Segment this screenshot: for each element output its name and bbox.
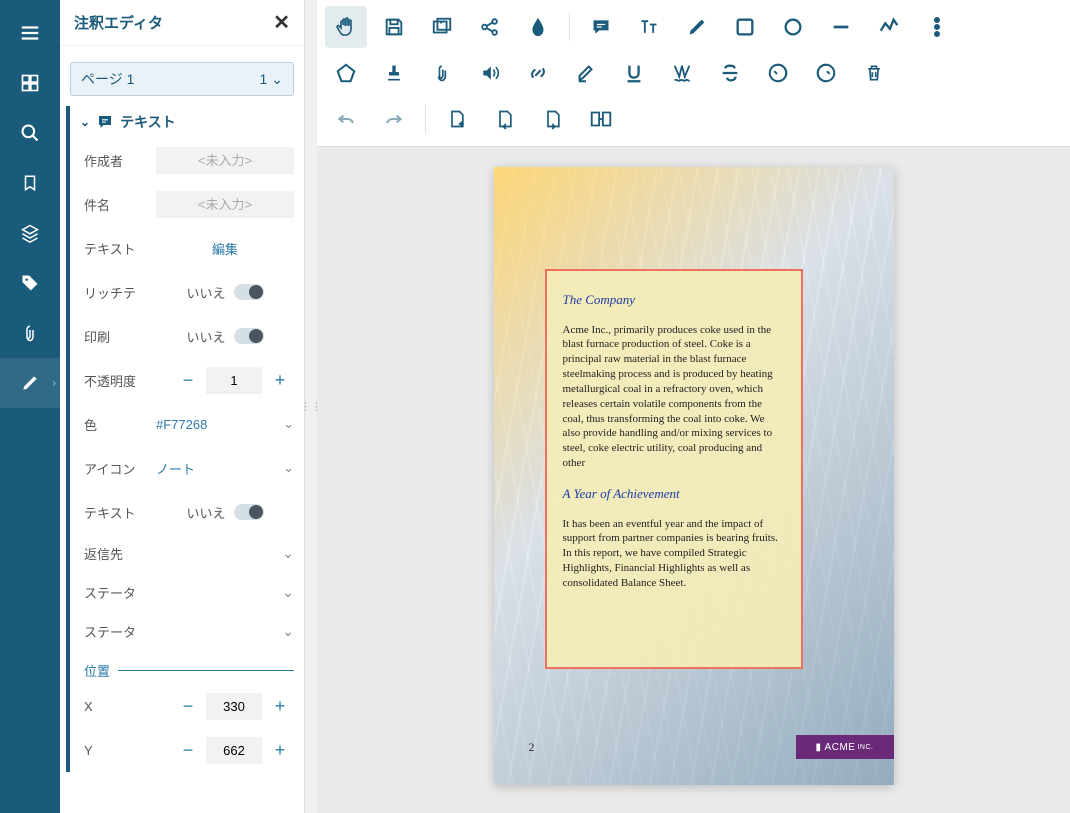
polyline-button[interactable] [868, 6, 910, 48]
acme-logo: ▮ACMEINC. [796, 735, 894, 759]
pen-button[interactable] [676, 6, 718, 48]
redact-button[interactable] [757, 52, 799, 94]
opacity-input[interactable] [206, 367, 262, 394]
reply-dropdown[interactable]: 返信先⌄ [66, 534, 304, 573]
rectangle-button[interactable] [724, 6, 766, 48]
richtext-label: リッチテ [84, 283, 156, 302]
x-plus[interactable]: + [266, 692, 294, 720]
edit-icon[interactable]: › [0, 358, 60, 408]
text-label: テキスト [84, 239, 156, 258]
document-viewer[interactable]: The Company Acme Inc., primarily produce… [317, 147, 1070, 813]
sound-button[interactable] [469, 52, 511, 94]
annotation-header[interactable]: ⌄ テキスト [66, 106, 304, 138]
menu-icon[interactable] [0, 8, 60, 58]
x-minus[interactable]: − [174, 692, 202, 720]
chevron-down-icon: ⌄ [282, 584, 294, 601]
y-minus[interactable]: − [174, 736, 202, 764]
icon-label: アイコン [84, 459, 156, 478]
text-button[interactable] [628, 6, 670, 48]
comment-button[interactable] [580, 6, 622, 48]
undo-button[interactable] [325, 98, 367, 140]
polygon-button[interactable] [325, 52, 367, 94]
chevron-down-icon[interactable]: ⌄ [283, 460, 294, 476]
thumbnails-icon[interactable] [0, 58, 60, 108]
opacity-minus[interactable]: − [174, 366, 202, 394]
tag-icon[interactable] [0, 258, 60, 308]
subject-input[interactable] [156, 191, 294, 218]
x-input[interactable] [206, 693, 262, 720]
status2-dropdown[interactable]: ステータ⌄ [66, 612, 304, 651]
richtext-toggle[interactable] [234, 284, 264, 300]
page-add-button[interactable] [436, 98, 478, 140]
textdir-toggle[interactable] [234, 504, 264, 520]
author-label: 作成者 [84, 151, 156, 170]
clip-button[interactable] [421, 52, 463, 94]
page-copy-button[interactable] [580, 98, 622, 140]
attachment-icon[interactable] [0, 308, 60, 358]
opacity-plus[interactable]: + [266, 366, 294, 394]
doc-heading2: A Year of Achievement [563, 485, 785, 503]
x-label: X [84, 699, 156, 714]
y-label: Y [84, 743, 156, 758]
comment-icon [96, 113, 114, 131]
underline-button[interactable] [613, 52, 655, 94]
text-edit-link[interactable]: 編集 [212, 239, 238, 258]
nav-rail: › [0, 0, 60, 813]
icon-value[interactable]: ノート [156, 459, 195, 478]
redo-button[interactable] [373, 98, 415, 140]
subject-label: 件名 [84, 195, 156, 214]
toolbar [317, 0, 1070, 147]
more-icon[interactable] [916, 6, 958, 48]
position-section: 位置 [66, 651, 304, 684]
layers-icon[interactable] [0, 208, 60, 258]
share-button[interactable] [469, 6, 511, 48]
chevron-down-icon: ⌄ [282, 623, 294, 640]
chevron-down-icon: ⌄ [271, 71, 283, 88]
color-value[interactable]: #F77268 [156, 417, 207, 432]
y-plus[interactable]: + [266, 736, 294, 764]
textdir-label: テキスト [84, 503, 156, 522]
panel-title: 注釈エディタ [74, 12, 163, 33]
opacity-label: 不透明度 [84, 371, 156, 390]
y-input[interactable] [206, 737, 262, 764]
text-annotation[interactable]: The Company Acme Inc., primarily produce… [545, 269, 803, 669]
search-icon[interactable] [0, 108, 60, 158]
page-prev-button[interactable] [484, 98, 526, 140]
page-number: 2 [529, 740, 535, 755]
print-label: 印刷 [84, 327, 156, 346]
chevron-down-icon: ⌄ [282, 545, 294, 562]
page-selector[interactable]: ページ 1 1⌄ [70, 62, 294, 96]
squiggly-button[interactable] [661, 52, 703, 94]
doc-para1: Acme Inc., primarily produces coke used … [563, 323, 785, 471]
circle-button[interactable] [772, 6, 814, 48]
image-button[interactable] [421, 6, 463, 48]
stamp-button[interactable] [373, 52, 415, 94]
redact2-button[interactable] [805, 52, 847, 94]
strikeout-button[interactable] [709, 52, 751, 94]
annotation-editor-panel: 注釈エディタ ✕ ページ 1 1⌄ ⌄ テキスト 作成者 件名 テキスト 編集 リ… [60, 0, 305, 813]
print-toggle[interactable] [234, 328, 264, 344]
chevron-down-icon[interactable]: ⌄ [283, 416, 294, 432]
ink-button[interactable] [517, 6, 559, 48]
resize-handle[interactable]: ⋮⋮ [305, 0, 317, 813]
doc-heading1: The Company [563, 291, 785, 309]
save-button[interactable] [373, 6, 415, 48]
page-next-button[interactable] [532, 98, 574, 140]
bookmark-icon[interactable] [0, 158, 60, 208]
pan-tool[interactable] [325, 6, 367, 48]
line-button[interactable] [820, 6, 862, 48]
highlight-button[interactable] [565, 52, 607, 94]
delete-button[interactable] [853, 52, 895, 94]
author-input[interactable] [156, 147, 294, 174]
doc-para2: It has been an eventful year and the imp… [563, 517, 785, 591]
close-icon[interactable]: ✕ [273, 10, 290, 35]
page: The Company Acme Inc., primarily produce… [494, 167, 894, 785]
status1-dropdown[interactable]: ステータ⌄ [66, 573, 304, 612]
link-button[interactable] [517, 52, 559, 94]
chevron-down-icon: ⌄ [80, 115, 90, 129]
color-label: 色 [84, 415, 156, 434]
